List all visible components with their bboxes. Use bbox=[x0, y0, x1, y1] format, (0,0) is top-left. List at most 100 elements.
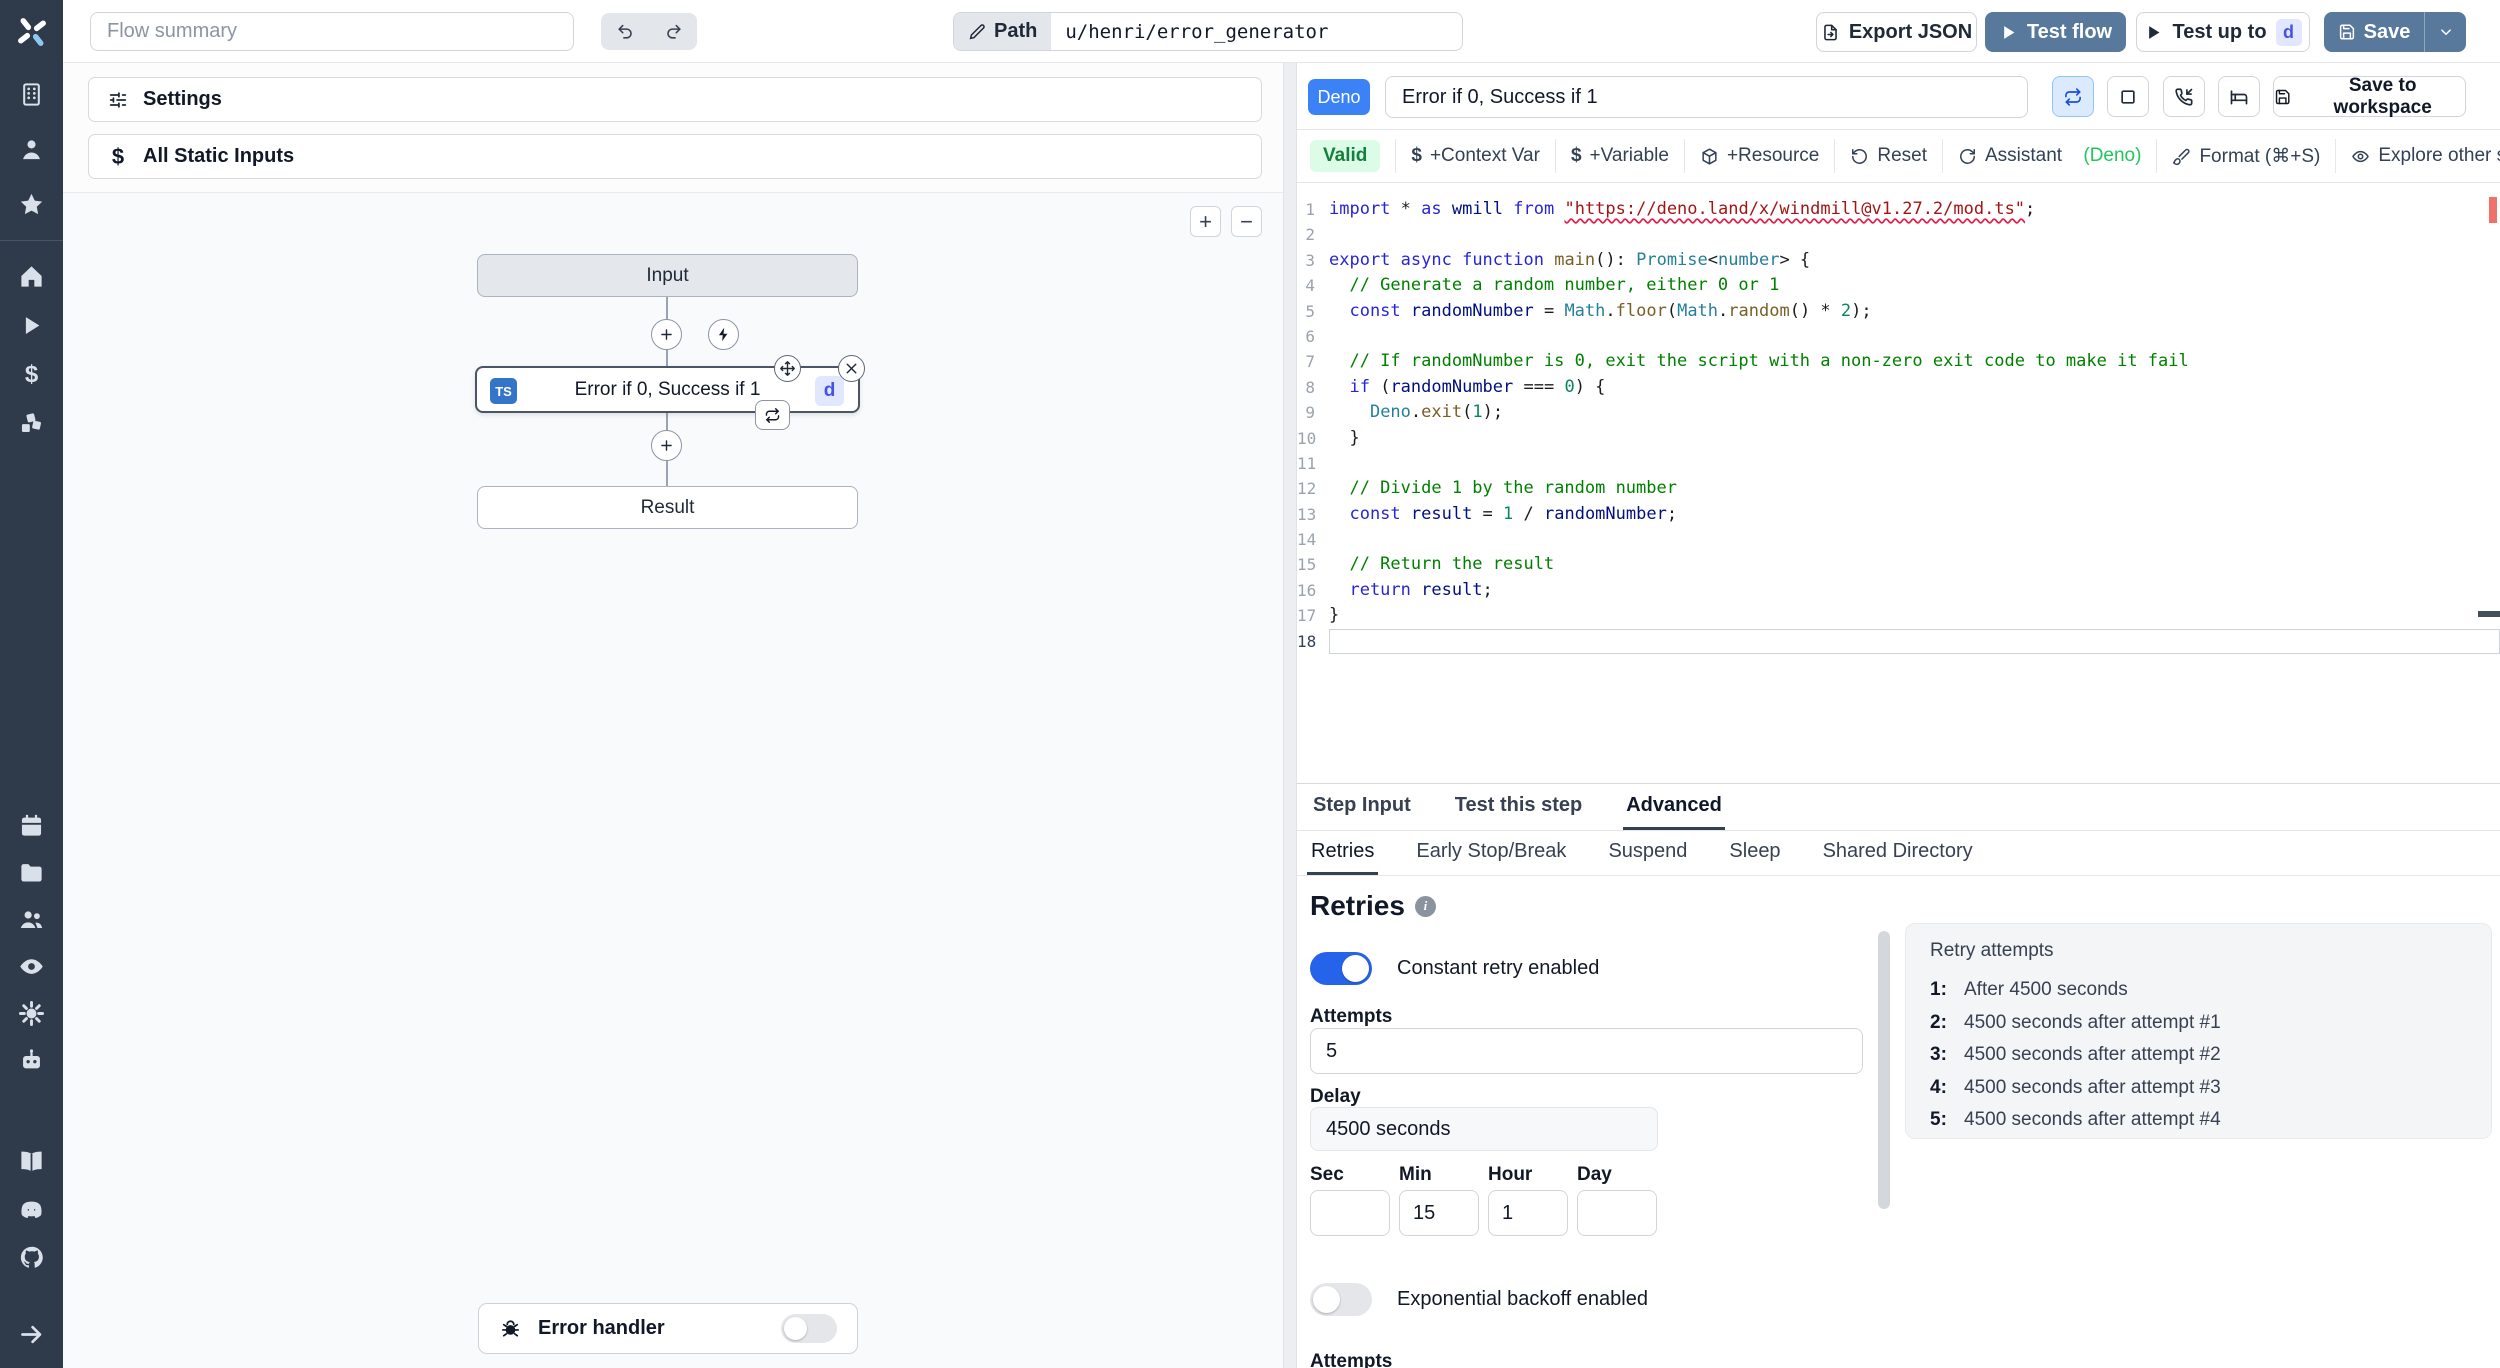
home-icon[interactable] bbox=[18, 263, 45, 290]
github-icon[interactable] bbox=[18, 1244, 45, 1271]
suspend-shortcut-button[interactable] bbox=[2163, 76, 2205, 117]
early-stop-shortcut-button[interactable] bbox=[2107, 76, 2149, 117]
exponential-backoff-toggle[interactable] bbox=[1310, 1283, 1372, 1316]
panel-divider[interactable] bbox=[1283, 63, 1297, 1368]
eye-icon[interactable] bbox=[18, 953, 45, 980]
insert-step-button-top[interactable] bbox=[651, 319, 682, 350]
code-line-10[interactable]: 10 } bbox=[1297, 426, 2500, 451]
scrollbar-thumb[interactable] bbox=[1878, 931, 1890, 1209]
add-resource-button[interactable]: +Resource bbox=[1700, 145, 1819, 167]
reset-button[interactable]: Reset bbox=[1850, 145, 1927, 167]
subtab-early-stop-break[interactable]: Early Stop/Break bbox=[1412, 831, 1570, 875]
gear-icon[interactable] bbox=[18, 1000, 45, 1027]
code-line-13[interactable]: 13 const result = 1 / randomNumber; bbox=[1297, 502, 2500, 527]
format-button[interactable]: Format (⌘+S) bbox=[2172, 145, 2320, 168]
building-icon[interactable] bbox=[18, 81, 45, 108]
tab-advanced[interactable]: Advanced bbox=[1623, 784, 1725, 830]
flow-settings-button[interactable]: Settings bbox=[88, 77, 1262, 122]
canvas-zoom-in-button[interactable]: + bbox=[1190, 206, 1221, 237]
delay-input[interactable] bbox=[1310, 1107, 1658, 1151]
delete-step-button[interactable] bbox=[838, 355, 865, 382]
redo-button[interactable] bbox=[651, 15, 695, 48]
valid-status-badge: Valid bbox=[1310, 140, 1381, 172]
arrow-right-icon[interactable] bbox=[18, 1321, 45, 1348]
step-summary-input[interactable] bbox=[1385, 76, 2028, 118]
delay-min-input[interactable] bbox=[1399, 1190, 1479, 1236]
users-icon[interactable] bbox=[18, 906, 45, 933]
star-icon[interactable] bbox=[18, 191, 45, 218]
code-editor[interactable]: 1 import * as wmill from "https://deno.la… bbox=[1297, 183, 2500, 783]
add-variable-button[interactable]: $ +Variable bbox=[1571, 145, 1669, 167]
code-line-16[interactable]: 16 return result; bbox=[1297, 578, 2500, 603]
retries-shortcut-button[interactable] bbox=[2052, 76, 2094, 117]
code-line-2[interactable]: 2 bbox=[1297, 222, 2500, 247]
subtab-suspend[interactable]: Suspend bbox=[1604, 831, 1691, 875]
code-line-7[interactable]: 7 // If randomNumber is 0, exit the scri… bbox=[1297, 349, 2500, 374]
delay-day-input[interactable] bbox=[1577, 1190, 1657, 1236]
tab-test-this-step[interactable]: Test this step bbox=[1452, 784, 1585, 830]
code-line-11[interactable]: 11 bbox=[1297, 451, 2500, 476]
canvas-zoom-out-button[interactable]: − bbox=[1231, 206, 1262, 237]
insert-step-button-bottom[interactable] bbox=[651, 430, 682, 461]
advanced-subtabs: Retries Early Stop/Break Suspend Sleep Share… bbox=[1297, 831, 2500, 876]
save-dropdown-button[interactable] bbox=[2424, 12, 2466, 52]
folder-icon[interactable] bbox=[18, 859, 45, 886]
calendar-icon[interactable] bbox=[18, 812, 45, 839]
move-step-handle[interactable] bbox=[774, 355, 801, 382]
code-line-14[interactable]: 14 bbox=[1297, 527, 2500, 552]
code-line-6[interactable]: 6 bbox=[1297, 324, 2500, 349]
user-icon[interactable] bbox=[18, 136, 45, 163]
assistant-button[interactable]: Assistant (Deno) bbox=[1958, 145, 2141, 167]
step-node[interactable]: TS Error if 0, Success if 1 d bbox=[475, 366, 860, 413]
all-static-inputs-button[interactable]: $ All Static Inputs bbox=[88, 134, 1262, 179]
code-line-15[interactable]: 15 // Return the result bbox=[1297, 552, 2500, 577]
delay-hour-input[interactable] bbox=[1488, 1190, 1568, 1236]
input-node[interactable]: Input bbox=[477, 254, 858, 297]
windmill-logo-icon[interactable] bbox=[14, 0, 50, 63]
error-handler-toggle[interactable] bbox=[781, 1314, 837, 1343]
dollar-icon[interactable]: $ bbox=[18, 361, 45, 388]
code-line-17[interactable]: 17} bbox=[1297, 603, 2500, 628]
robot-icon[interactable] bbox=[18, 1047, 45, 1074]
discord-icon[interactable] bbox=[18, 1196, 45, 1223]
attempts-input[interactable] bbox=[1310, 1028, 1863, 1074]
test-up-to-button[interactable]: Test up to d bbox=[2136, 12, 2310, 52]
play-icon[interactable] bbox=[18, 312, 45, 339]
code-line-8[interactable]: 8 if (randomNumber === 0) { bbox=[1297, 375, 2500, 400]
code-line-4[interactable]: 4 // Generate a random number, either 0 … bbox=[1297, 273, 2500, 298]
tab-step-input[interactable]: Step Input bbox=[1310, 784, 1414, 830]
code-line-3[interactable]: 3 export async function main(): Promise<n… bbox=[1297, 248, 2500, 273]
code-line-5[interactable]: 5 const randomNumber = Math.floor(Math.r… bbox=[1297, 299, 2500, 324]
subtab-retries[interactable]: Retries bbox=[1307, 831, 1379, 875]
save-to-workspace-button[interactable]: Save to workspace bbox=[2273, 75, 2466, 118]
export-json-button[interactable]: Export JSON bbox=[1816, 12, 1977, 52]
square-icon bbox=[2121, 89, 2135, 104]
code-line-9[interactable]: 9 Deno.exit(1); bbox=[1297, 400, 2500, 425]
flow-summary-input[interactable] bbox=[90, 12, 574, 51]
code-line-12[interactable]: 12 // Divide 1 by the random number bbox=[1297, 476, 2500, 501]
line-text: } bbox=[1329, 427, 1360, 448]
delay-sec-input[interactable] bbox=[1310, 1190, 1390, 1236]
book-icon[interactable] bbox=[18, 1148, 45, 1175]
constant-retry-toggle[interactable] bbox=[1310, 952, 1372, 985]
info-icon[interactable]: i bbox=[1414, 895, 1436, 917]
blocks-icon[interactable] bbox=[18, 410, 45, 437]
add-context-var-button[interactable]: $ +Context Var bbox=[1411, 145, 1540, 167]
test-flow-button[interactable]: Test flow bbox=[1985, 12, 2126, 52]
step-retry-indicator[interactable] bbox=[755, 400, 790, 430]
sleep-shortcut-button[interactable] bbox=[2218, 76, 2260, 117]
subtab-sleep[interactable]: Sleep bbox=[1725, 831, 1784, 875]
undo-button[interactable] bbox=[603, 15, 647, 48]
delay-field-label: Day bbox=[1577, 1164, 1612, 1185]
result-node[interactable]: Result bbox=[477, 486, 858, 529]
line-text: if (randomNumber === 0) { bbox=[1329, 376, 1606, 397]
path-field[interactable]: Path u/henri/error_generator bbox=[953, 12, 1463, 51]
flow-graph-canvas[interactable]: + − Input TS Error if 0, Success if 1 d bbox=[63, 192, 1283, 1368]
play-icon bbox=[2004, 25, 2015, 39]
subtab-shared-directory[interactable]: Shared Directory bbox=[1819, 831, 1977, 875]
code-line-18[interactable]: 18 bbox=[1297, 628, 2500, 655]
save-button[interactable]: Save bbox=[2324, 12, 2424, 52]
trigger-button[interactable] bbox=[708, 319, 739, 350]
explore-scripts-button[interactable]: Explore other s bbox=[2351, 145, 2500, 167]
code-line-1[interactable]: 1 import * as wmill from "https://deno.la… bbox=[1297, 197, 2500, 222]
